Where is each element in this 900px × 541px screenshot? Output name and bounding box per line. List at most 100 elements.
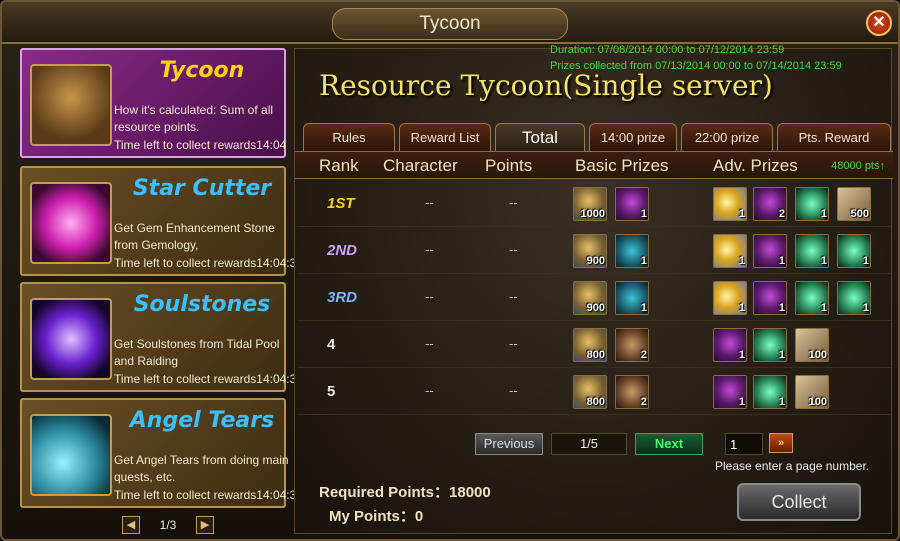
item-quantity: 1 — [738, 302, 745, 314]
event-description: Get Angel Tears from doing main quests, … — [114, 453, 289, 484]
tycoon-window: Tycoon ✕ ◀ 1/3 ▶ Tycoon How it's calculat… — [0, 0, 900, 541]
item-quantity: 1 — [738, 349, 745, 361]
item-quantity: 1 — [862, 302, 869, 314]
rank-label: 5 — [327, 383, 336, 400]
coin-bag-icon[interactable]: 900 — [573, 234, 607, 268]
item-quantity: 1 — [820, 255, 827, 267]
coin-bag-icon[interactable]: 1000 — [573, 187, 607, 221]
previous-button[interactable]: Previous — [475, 433, 543, 455]
header-adv-prizes: Adv. Prizes — [713, 156, 798, 175]
event-description: Get Gem Enhancement Stone from Gemology, — [114, 221, 275, 252]
next-button[interactable]: Next — [635, 433, 703, 455]
my-points-text: My Points：0 — [329, 508, 424, 525]
item-quantity: 1 — [640, 255, 647, 267]
teal-box-icon[interactable]: 1 — [615, 234, 649, 268]
green-gem-icon[interactable]: 1 — [795, 234, 829, 268]
item-quantity: 1 — [862, 255, 869, 267]
golden-wing-icon[interactable]: 1 — [713, 234, 747, 268]
item-quantity: 1 — [820, 208, 827, 220]
item-quantity: 2 — [778, 208, 785, 220]
item-quantity: 800 — [586, 349, 605, 361]
event-card-soulstones[interactable]: Soulstones Get Soulstones from Tidal Pool… — [20, 282, 303, 392]
item-quantity: 800 — [586, 396, 605, 408]
character-value: -- — [425, 195, 434, 210]
event-time-left: Time left to collect rewards14:04 — [114, 138, 287, 152]
item-quantity: 1 — [640, 208, 647, 220]
character-value: -- — [425, 336, 434, 351]
coin-bag-icon[interactable]: 900 — [573, 281, 607, 315]
event-description: How it's calculated: Sum of all resource… — [114, 103, 274, 134]
rank-label: 1ST — [327, 195, 355, 212]
tab-total[interactable]: Total — [495, 123, 585, 151]
item-quantity: 1 — [738, 396, 745, 408]
tab-22-00-prize[interactable]: 22:00 prize — [681, 123, 773, 151]
purple-vial-icon[interactable]: 1 — [753, 234, 787, 268]
event-name: Star Cutter — [132, 176, 272, 201]
item-quantity: 1000 — [580, 208, 605, 220]
go-page-button[interactable]: » — [769, 433, 793, 453]
item-quantity: 100 — [808, 349, 827, 361]
item-quantity: 2 — [640, 349, 647, 361]
green-gem-icon[interactable]: 1 — [795, 187, 829, 221]
treasure-chest-icon[interactable]: 2 — [615, 328, 649, 362]
collect-button[interactable]: Collect — [737, 483, 861, 521]
treasure-chest-icon[interactable]: 2 — [615, 375, 649, 409]
page-indicator: 1/5 — [551, 433, 627, 455]
coin-bag-icon[interactable]: 800 — [573, 375, 607, 409]
green-gem-icon[interactable]: 1 — [837, 234, 871, 268]
header-basic-prizes: Basic Prizes — [575, 156, 669, 175]
table-row: 4 -- -- 800 2 1 1 100 — [297, 322, 891, 368]
page-hint-text: Please enter a page number. — [715, 459, 870, 473]
purple-vial-icon[interactable]: 1 — [753, 281, 787, 315]
event-description: Get Soulstones from Tidal Pool and Raidi… — [114, 337, 280, 368]
table-row: 3RD -- -- 900 1 1 1 1 1 — [297, 275, 891, 321]
event-name: Tycoon — [159, 58, 245, 83]
item-quantity: 1 — [738, 255, 745, 267]
golden-wing-icon[interactable]: 1 — [713, 281, 747, 315]
chest-icon[interactable]: 100 — [795, 375, 829, 409]
event-card-tycoon[interactable]: Tycoon How it's calculated: Sum of all re… — [20, 48, 286, 158]
golden-wing-icon[interactable]: 1 — [713, 187, 747, 221]
coin-bag-icon[interactable]: 800 — [573, 328, 607, 362]
tab-bar: Rules Reward List Total 14:00 prize 22:00 pr… — [303, 123, 891, 151]
page-number-input[interactable] — [725, 433, 763, 455]
tab-reward-list[interactable]: Reward List — [399, 123, 491, 151]
item-quantity: 500 — [850, 208, 869, 220]
event-time-left: Time left to collect rewards14:04:39 — [114, 488, 303, 502]
event-time-left: Time left to collect rewards14:04:39 — [114, 372, 303, 386]
purple-vial-icon[interactable]: 1 — [713, 328, 747, 362]
item-quantity: 1 — [778, 302, 785, 314]
event-name: Soulstones — [133, 292, 271, 317]
chest-icon[interactable]: 100 — [795, 328, 829, 362]
close-button[interactable]: ✕ — [866, 10, 892, 36]
sidebar-next-button[interactable]: ▶ — [196, 516, 214, 534]
item-quantity: 1 — [778, 396, 785, 408]
green-gem-icon[interactable]: 1 — [795, 281, 829, 315]
points-value: -- — [509, 336, 518, 351]
green-gem-icon[interactable]: 1 — [837, 281, 871, 315]
green-gem-icon[interactable]: 1 — [753, 375, 787, 409]
event-name: Angel Tears — [129, 408, 275, 433]
chest-icon[interactable]: 500 — [837, 187, 871, 221]
event-card-star-cutter[interactable]: Star Cutter Get Gem Enhancement Stone fro… — [20, 166, 303, 276]
points-value: -- — [509, 195, 518, 210]
cowboy-portrait-icon — [30, 64, 112, 146]
tab-pts-reward[interactable]: Pts. Reward — [777, 123, 891, 151]
item-quantity: 1 — [820, 302, 827, 314]
teal-box-icon[interactable]: 1 — [615, 281, 649, 315]
purple-vial-icon[interactable]: 2 — [753, 187, 787, 221]
required-points-text: Required Points：18000 — [319, 484, 491, 501]
points-value: -- — [509, 242, 518, 257]
pink-star-icon — [30, 182, 112, 264]
panel-title: Resource Tycoon(Single server) — [319, 69, 773, 102]
tab-rules[interactable]: Rules — [303, 123, 395, 151]
purple-vial-icon[interactable]: 1 — [713, 375, 747, 409]
event-card-angel-tears[interactable]: Angel Tears Get Angel Tears from doing ma… — [20, 398, 303, 508]
green-gem-icon[interactable]: 1 — [753, 328, 787, 362]
duration-text: Duration: 07/08/2014 00:00 to 07/12/2014… — [550, 44, 785, 56]
tab-14-00-prize[interactable]: 14:00 prize — [589, 123, 677, 151]
sidebar-prev-button[interactable]: ◀ — [122, 516, 140, 534]
item-quantity: 2 — [640, 396, 647, 408]
table-row: 1ST -- -- 1000 1 1 2 1 500 — [297, 181, 891, 227]
purple-vial-icon[interactable]: 1 — [615, 187, 649, 221]
